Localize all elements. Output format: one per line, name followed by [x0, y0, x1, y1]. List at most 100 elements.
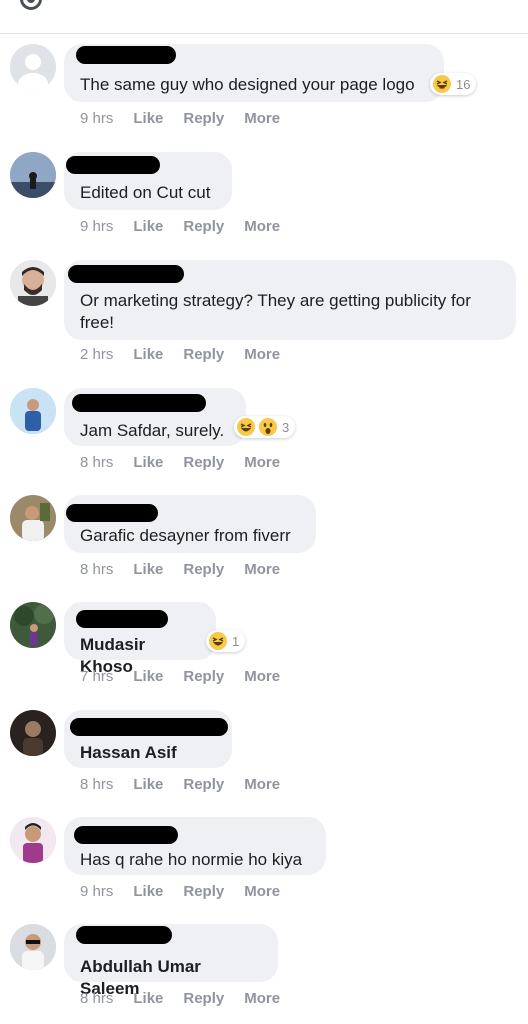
comment-actions: 8 hrs Like Reply More [80, 454, 300, 471]
more-button[interactable]: More [244, 454, 280, 471]
more-button[interactable]: More [244, 561, 280, 578]
top-bar [0, 0, 528, 34]
timestamp: 8 hrs [80, 776, 114, 793]
avatar[interactable] [10, 817, 56, 863]
comment-text: Garafic desayner from fiverr [80, 526, 291, 545]
wow-emoji-icon [259, 418, 277, 436]
comment-text: Or marketing strategy? They are getting … [80, 291, 471, 332]
comment-actions: 8 hrs Like Reply More [80, 990, 300, 1007]
avatar[interactable] [10, 152, 56, 198]
comment-text: Hassan Asif [80, 743, 177, 762]
like-button[interactable]: Like [133, 990, 163, 1007]
more-button[interactable]: More [244, 668, 280, 685]
reaction-count: 3 [282, 419, 290, 435]
redacted-name [68, 265, 184, 283]
comment-actions: 9 hrs Like Reply More [80, 218, 300, 235]
timestamp: 8 hrs [80, 561, 114, 578]
reply-button[interactable]: Reply [183, 110, 224, 127]
reply-button[interactable]: Reply [183, 561, 224, 578]
redacted-name [76, 46, 176, 64]
like-button[interactable]: Like [133, 668, 163, 685]
timestamp: 7 hrs [80, 668, 114, 685]
like-button[interactable]: Like [133, 883, 163, 900]
comment-item: The same guy who designed your page logo… [0, 40, 528, 144]
avatar[interactable] [10, 495, 56, 541]
refresh-icon[interactable] [20, 0, 42, 10]
comment-actions: 7 hrs Like Reply More [80, 668, 300, 685]
comment-bubble: Mudasir Khoso [64, 602, 216, 676]
like-button[interactable]: Like [133, 561, 163, 578]
comment-item: Has q rahe ho normie ho kiya 9 hrs Like … [0, 813, 528, 917]
timestamp: 2 hrs [80, 346, 114, 363]
comment-actions: 9 hrs Like Reply More [80, 110, 300, 127]
comment-bubble: Hassan Asif [64, 710, 232, 768]
reaction-summary[interactable]: 3 [234, 416, 296, 438]
comment-item: Hassan Asif 8 hrs Like Reply More [0, 706, 528, 810]
reply-button[interactable]: Reply [183, 218, 224, 235]
comment-text: Has q rahe ho normie ho kiya [80, 850, 303, 869]
comment-bubble: The same guy who designed your page logo [64, 44, 444, 102]
comment-actions: 8 hrs Like Reply More [80, 561, 300, 578]
reply-button[interactable]: Reply [183, 776, 224, 793]
comment-item: Or marketing strategy? They are getting … [0, 256, 528, 376]
avatar[interactable] [10, 388, 56, 434]
reply-button[interactable]: Reply [183, 668, 224, 685]
redacted-name [70, 718, 228, 736]
comment-item: Garafic desayner from fiverr 8 hrs Like … [0, 491, 528, 595]
redacted-name [76, 610, 168, 628]
more-button[interactable]: More [244, 110, 280, 127]
avatar[interactable] [10, 602, 56, 648]
avatar[interactable] [10, 710, 56, 756]
reply-button[interactable]: Reply [183, 883, 224, 900]
reaction-count: 1 [232, 633, 240, 649]
timestamp: 8 hrs [80, 990, 114, 1007]
comment-bubble: Edited on Cut cut [64, 152, 232, 210]
avatar[interactable] [10, 924, 56, 970]
reply-button[interactable]: Reply [183, 454, 224, 471]
timestamp: 9 hrs [80, 883, 114, 900]
comment-item: Abdullah Umar Saleem 8 hrs Like Reply Mo… [0, 920, 528, 1024]
comment-actions: 2 hrs Like Reply More [80, 346, 300, 363]
avatar[interactable] [10, 44, 56, 90]
more-button[interactable]: More [244, 346, 280, 363]
like-button[interactable]: Like [133, 776, 163, 793]
like-button[interactable]: Like [133, 218, 163, 235]
timestamp: 9 hrs [80, 110, 114, 127]
comment-text: Edited on Cut cut [80, 183, 211, 202]
reaction-count: 16 [456, 76, 471, 92]
reply-button[interactable]: Reply [183, 990, 224, 1007]
haha-emoji-icon [237, 418, 255, 436]
reaction-summary[interactable]: 16 [430, 73, 477, 95]
comment-bubble: Has q rahe ho normie ho kiya [64, 817, 326, 875]
more-button[interactable]: More [244, 883, 280, 900]
haha-emoji-icon [209, 632, 227, 650]
comment-actions: 8 hrs Like Reply More [80, 776, 300, 793]
more-button[interactable]: More [244, 218, 280, 235]
redacted-name [66, 156, 160, 174]
comment-item: Jam Safdar, surely. 3 8 hrs Like Reply M… [0, 384, 528, 488]
timestamp: 9 hrs [80, 218, 114, 235]
redacted-name [74, 826, 178, 844]
comment-actions: 9 hrs Like Reply More [80, 883, 300, 900]
comment-bubble: Or marketing strategy? They are getting … [64, 260, 516, 340]
like-button[interactable]: Like [133, 110, 163, 127]
more-button[interactable]: More [244, 776, 280, 793]
redacted-name [72, 394, 206, 412]
redacted-name [66, 504, 158, 522]
comment-text: Jam Safdar, surely. [80, 421, 225, 440]
timestamp: 8 hrs [80, 454, 114, 471]
reply-button[interactable]: Reply [183, 346, 224, 363]
comment-item: Mudasir Khoso 1 7 hrs Like Reply More [0, 598, 528, 702]
haha-emoji-icon [433, 75, 451, 93]
comment-bubble: Abdullah Umar Saleem [64, 924, 278, 998]
comment-bubble: Garafic desayner from fiverr [64, 495, 316, 553]
redacted-name [76, 926, 172, 944]
comment-item: Edited on Cut cut 9 hrs Like Reply More [0, 148, 528, 252]
like-button[interactable]: Like [133, 454, 163, 471]
like-button[interactable]: Like [133, 346, 163, 363]
avatar[interactable] [10, 260, 56, 306]
reaction-summary[interactable]: 1 [206, 630, 246, 652]
comment-bubble: Jam Safdar, surely. [64, 388, 246, 446]
comment-text: The same guy who designed your page logo [80, 75, 415, 94]
more-button[interactable]: More [244, 990, 280, 1007]
